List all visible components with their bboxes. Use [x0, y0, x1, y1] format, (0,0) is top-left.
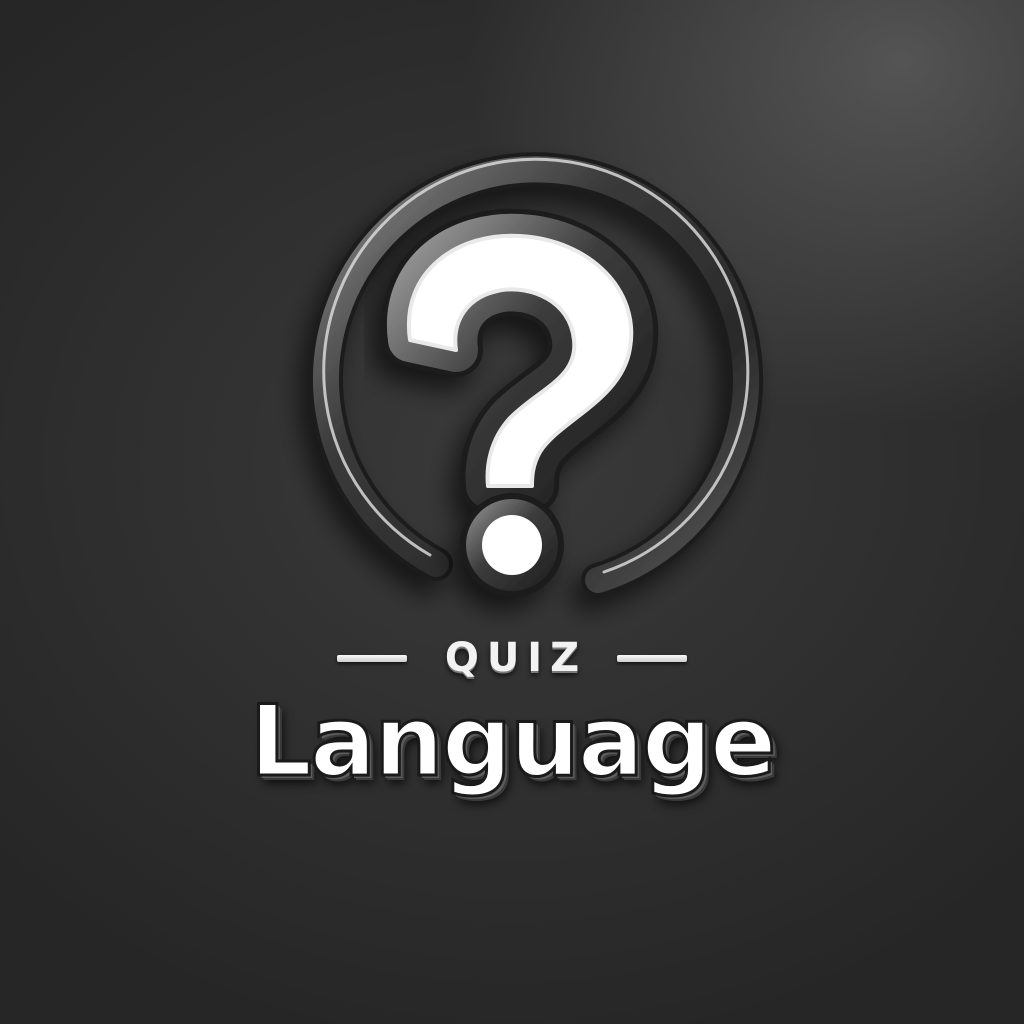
- eyebrow-label: QUIZ: [444, 635, 588, 681]
- eyebrow-row: QUIZ: [312, 630, 712, 686]
- right-dash-divider: [617, 654, 688, 662]
- question-mark-emblem: [309, 152, 764, 597]
- logo-background: QUIZ Language: [0, 0, 1024, 1024]
- left-dash-divider: [336, 654, 407, 662]
- logo-title: Language: [248, 684, 778, 801]
- question-mark-icon: [381, 208, 659, 597]
